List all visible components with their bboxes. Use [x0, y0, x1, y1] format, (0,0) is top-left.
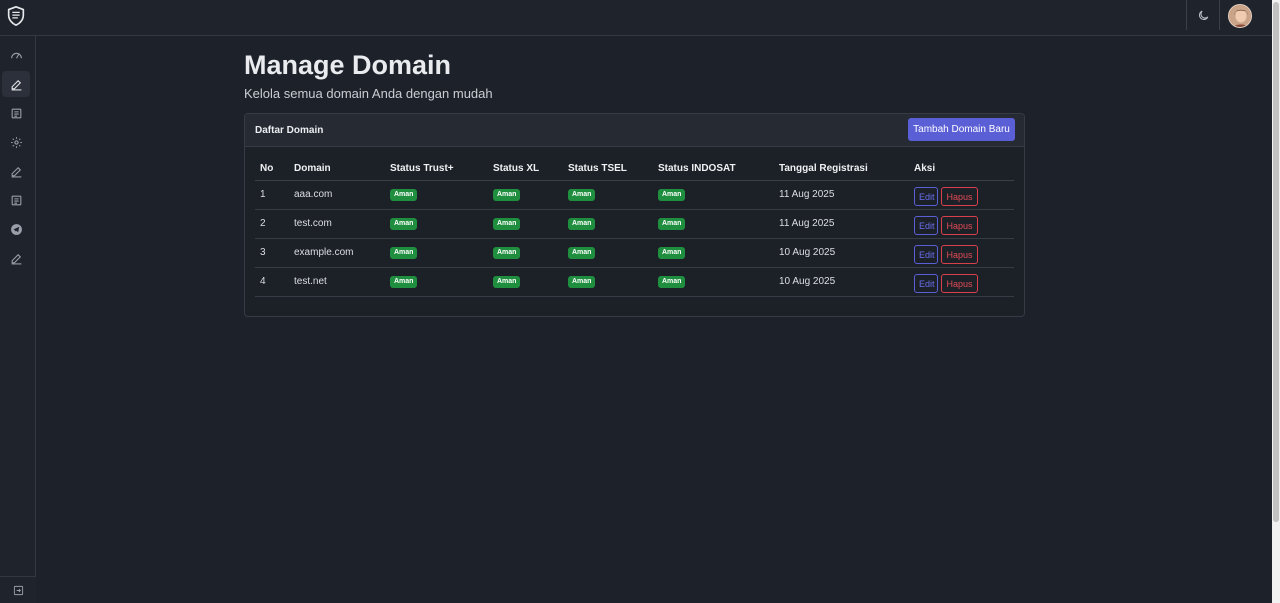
moon-icon	[1198, 10, 1208, 20]
row-number: 2	[260, 218, 266, 229]
sidebar-item-telegram[interactable]	[2, 216, 30, 242]
edit-button[interactable]: Edit	[914, 216, 938, 235]
column-header-aksi: Aksi	[914, 163, 936, 174]
status-badge-trust: Aman	[390, 218, 418, 230]
delete-button[interactable]: Hapus	[941, 274, 978, 293]
row-number: 3	[260, 247, 266, 258]
telegram-icon	[10, 223, 22, 235]
column-header-domain: Domain	[294, 163, 331, 174]
edit-button[interactable]: Edit	[914, 274, 938, 293]
scrollbar-thumb[interactable]	[1273, 2, 1279, 522]
row-date: 10 Aug 2025	[779, 276, 836, 287]
user-avatar[interactable]	[1228, 4, 1252, 28]
column-header-no: No	[260, 163, 274, 174]
domain-list-card: Daftar Domain Tambah Domain Baru No Doma…	[244, 113, 1025, 317]
sidebar-item-notes[interactable]	[2, 245, 30, 271]
page-title: Manage Domain	[244, 50, 452, 80]
card-header: Daftar Domain Tambah Domain Baru	[245, 114, 1024, 147]
column-header-date: Tanggal Registrasi	[779, 163, 868, 174]
row-date: 11 Aug 2025	[779, 218, 835, 229]
column-header-trust: Status Trust+	[390, 163, 454, 174]
status-badge-tsel: Aman	[568, 247, 596, 259]
status-badge-tsel: Aman	[568, 189, 596, 201]
sidebar-item-edit[interactable]	[2, 158, 30, 184]
sidebar-item-reports[interactable]	[2, 187, 30, 213]
table-row: 3 example.com Aman Aman Aman Aman 10 Aug…	[255, 239, 1014, 268]
top-bar	[0, 0, 1272, 36]
add-domain-button[interactable]: Tambah Domain Baru	[908, 118, 1015, 141]
column-header-xl: Status XL	[493, 163, 540, 174]
status-badge-xl: Aman	[493, 276, 521, 288]
row-domain: example.com	[294, 247, 354, 258]
status-badge-trust: Aman	[390, 247, 418, 259]
status-badge-tsel: Aman	[568, 276, 596, 288]
avatar-icon	[1229, 5, 1251, 27]
sidebar-item-dashboard[interactable]	[2, 42, 30, 68]
edit-button[interactable]: Edit	[914, 187, 938, 206]
document-icon	[11, 108, 21, 118]
delete-button[interactable]: Hapus	[941, 245, 978, 264]
document-icon	[11, 195, 21, 205]
collapse-icon	[13, 585, 23, 595]
row-domain: aaa.com	[294, 189, 333, 200]
speedometer-icon	[10, 52, 22, 58]
row-number: 1	[260, 189, 266, 200]
row-domain: test.net	[294, 276, 327, 287]
shield-icon[interactable]	[5, 5, 27, 27]
sidebar-collapse-button[interactable]	[0, 576, 36, 603]
column-header-tsel: Status TSEL	[568, 163, 627, 174]
status-badge-indosat: Aman	[658, 218, 686, 230]
row-domain: test.com	[294, 218, 332, 229]
sidebar-item-settings[interactable]	[2, 129, 30, 155]
status-badge-trust: Aman	[390, 276, 418, 288]
theme-toggle-button[interactable]	[1186, 0, 1220, 30]
column-header-indosat: Status INDOSAT	[658, 163, 736, 174]
table-row: 4 test.net Aman Aman Aman Aman 10 Aug 20…	[255, 268, 1014, 297]
status-badge-trust: Aman	[390, 189, 418, 201]
card-title: Daftar Domain	[255, 125, 324, 136]
delete-button[interactable]: Hapus	[941, 187, 978, 206]
page-scrollbar[interactable]	[1272, 0, 1280, 603]
row-date: 11 Aug 2025	[779, 189, 835, 200]
status-badge-xl: Aman	[493, 218, 521, 230]
delete-button[interactable]: Hapus	[941, 216, 978, 235]
status-badge-tsel: Aman	[568, 218, 596, 230]
page-subtitle: Kelola semua domain Anda dengan mudah	[244, 86, 493, 101]
row-number: 4	[260, 276, 266, 287]
status-badge-xl: Aman	[493, 189, 521, 201]
status-badge-xl: Aman	[493, 247, 521, 259]
status-badge-indosat: Aman	[658, 189, 686, 201]
status-badge-indosat: Aman	[658, 276, 686, 288]
edit-button[interactable]: Edit	[914, 245, 938, 264]
gear-icon	[10, 136, 22, 148]
sidebar	[0, 36, 36, 603]
pen-icon	[11, 166, 21, 177]
table-row: 2 test.com Aman Aman Aman Aman 11 Aug 20…	[255, 210, 1014, 239]
pen-icon	[11, 253, 21, 264]
status-badge-indosat: Aman	[658, 247, 686, 259]
sidebar-item-domain[interactable]	[2, 71, 30, 97]
row-date: 10 Aug 2025	[779, 247, 836, 258]
pen-icon	[11, 79, 21, 90]
table-row: 1 aaa.com Aman Aman Aman Aman 11 Aug 202…	[255, 181, 1014, 210]
sidebar-item-docs[interactable]	[2, 100, 30, 126]
